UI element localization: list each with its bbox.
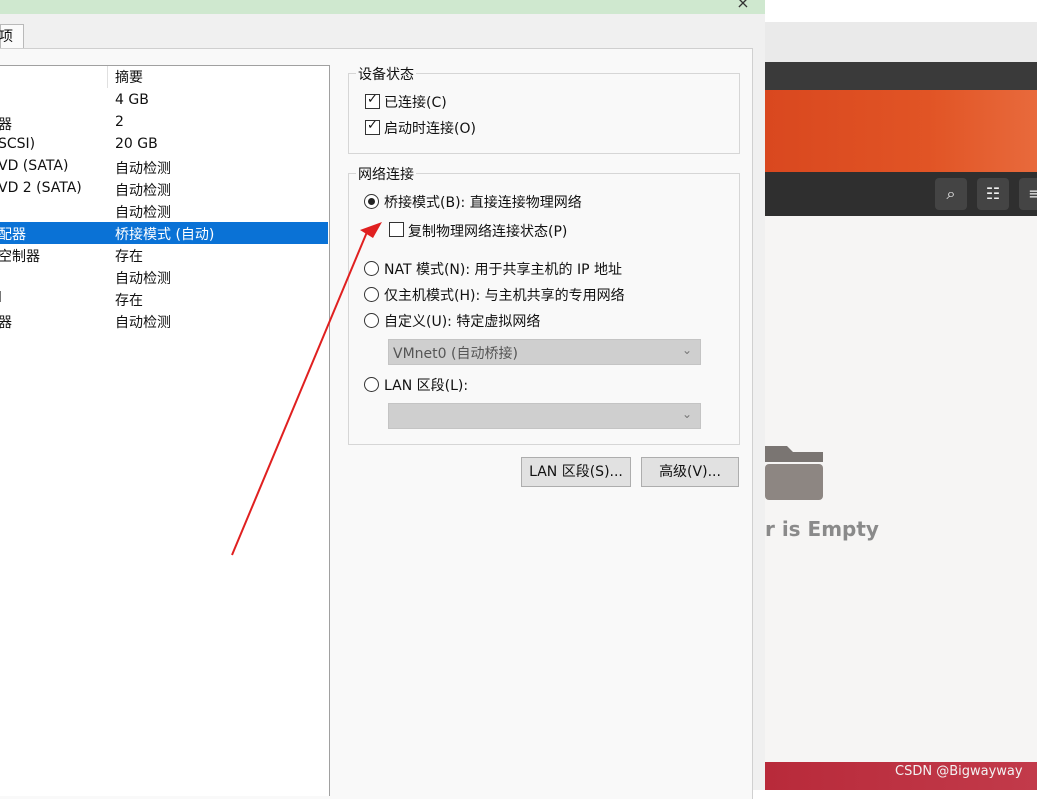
bridged-label[interactable]: 桥接模式(B): 直接连接物理网络: [384, 192, 582, 212]
custom-label[interactable]: 自定义(U): 特定虚拟网络: [384, 311, 540, 331]
list-item-network-adapter[interactable]: 配器 桥接模式 (自动): [0, 222, 328, 244]
replicate-state-checkbox[interactable]: [389, 222, 404, 237]
device-summary: 自动检测: [115, 183, 171, 199]
custom-network-select[interactable]: VMnet0 (自动桥接) ⌄: [388, 339, 701, 365]
chevron-down-icon: ⌄: [681, 343, 692, 357]
device-summary: 存在: [115, 249, 143, 265]
background-banner: [765, 90, 1037, 172]
device-summary: 自动检测: [115, 205, 171, 221]
list-view-icon[interactable]: ☷: [977, 178, 1009, 210]
connect-on-start-label[interactable]: 启动时连接(O): [384, 118, 476, 138]
list-item[interactable]: 自动检测: [0, 266, 328, 288]
empty-folder-text: r is Empty: [765, 517, 879, 541]
radio-dot-icon: [368, 198, 375, 205]
column-divider[interactable]: [107, 66, 108, 88]
device-summary: 存在: [115, 293, 143, 309]
device-summary: 20 GB: [115, 136, 158, 152]
nat-radio[interactable]: [364, 261, 379, 276]
device-summary: 自动检测: [115, 161, 171, 177]
list-item[interactable]: 自动检测: [0, 200, 328, 222]
close-icon[interactable]: ×: [733, 0, 753, 12]
device-name: 器: [0, 315, 12, 331]
folder-icon: [765, 446, 823, 500]
lan-label[interactable]: LAN 区段(L):: [384, 375, 468, 395]
search-icon[interactable]: ⌕: [935, 178, 967, 210]
network-connection-title: 网络连接: [356, 164, 416, 184]
device-summary: 自动检测: [115, 271, 171, 287]
custom-network-value: VMnet0 (自动桥接): [393, 346, 518, 362]
watermark: CSDN @Bigwayway: [895, 764, 1023, 779]
dialog-titlebar: [0, 0, 765, 14]
tab-label: 项: [0, 29, 13, 45]
hostonly-label[interactable]: 仅主机模式(H): 与主机共享的专用网络: [384, 285, 625, 305]
device-name: 器: [0, 117, 12, 133]
list-item[interactable]: 器2: [0, 112, 328, 134]
device-summary: 4 GB: [115, 92, 149, 108]
chevron-down-icon: ⌄: [681, 407, 692, 421]
lan-segments-button-label: LAN 区段(S)...: [529, 464, 623, 480]
background-toolbar: [765, 22, 1037, 62]
lan-radio[interactable]: [364, 377, 379, 392]
device-name: l: [0, 290, 2, 306]
replicate-state-label[interactable]: 复制物理网络连接状态(P): [408, 221, 567, 241]
connected-checkbox[interactable]: ✓: [365, 92, 380, 109]
device-summary: 2: [115, 114, 124, 130]
connect-on-start-checkbox[interactable]: ✓: [365, 118, 380, 135]
device-status-group: [348, 73, 740, 154]
background-header-bar: ⌕ ☷ ≡: [765, 172, 1037, 216]
device-name: 空制器: [0, 249, 40, 265]
device-summary: 自动检测: [115, 315, 171, 331]
device-name: SCSI): [0, 136, 36, 152]
tab-options[interactable]: 项: [0, 24, 24, 49]
device-summary: 桥接模式 (自动): [115, 227, 215, 243]
menu-icon[interactable]: ≡: [1019, 178, 1037, 210]
bridged-radio[interactable]: [364, 194, 379, 209]
lan-segment-select[interactable]: ⌄: [388, 403, 701, 429]
list-item[interactable]: VD 2 (SATA) 自动检测: [0, 178, 328, 200]
device-name: VD (SATA): [0, 158, 69, 174]
connected-label[interactable]: 已连接(C): [384, 92, 447, 112]
lan-segments-button[interactable]: LAN 区段(S)...: [521, 457, 631, 487]
list-item[interactable]: VD (SATA) 自动检测: [0, 156, 328, 178]
list-item[interactable]: 器 自动检测: [0, 310, 328, 332]
advanced-button-label: 高级(V)...: [659, 464, 721, 480]
list-item[interactable]: 4 GB: [0, 90, 328, 112]
custom-radio[interactable]: [364, 313, 379, 328]
background-top-strip: [765, 0, 1037, 22]
column-header-summary: 摘要: [115, 70, 143, 86]
device-name: VD 2 (SATA): [0, 180, 82, 196]
background-title-bar: [765, 62, 1037, 90]
nat-label[interactable]: NAT 模式(N): 用于共享主机的 IP 地址: [384, 259, 622, 279]
device-name: 配器: [0, 227, 26, 243]
device-status-title: 设备状态: [356, 64, 416, 84]
check-icon: ✓: [367, 118, 378, 133]
check-icon: ✓: [367, 92, 378, 107]
advanced-button[interactable]: 高级(V)...: [641, 457, 739, 487]
list-item[interactable]: l 存在: [0, 288, 328, 310]
list-item[interactable]: SCSI) 20 GB: [0, 134, 328, 156]
list-item[interactable]: 空制器 存在: [0, 244, 328, 266]
hostonly-radio[interactable]: [364, 287, 379, 302]
